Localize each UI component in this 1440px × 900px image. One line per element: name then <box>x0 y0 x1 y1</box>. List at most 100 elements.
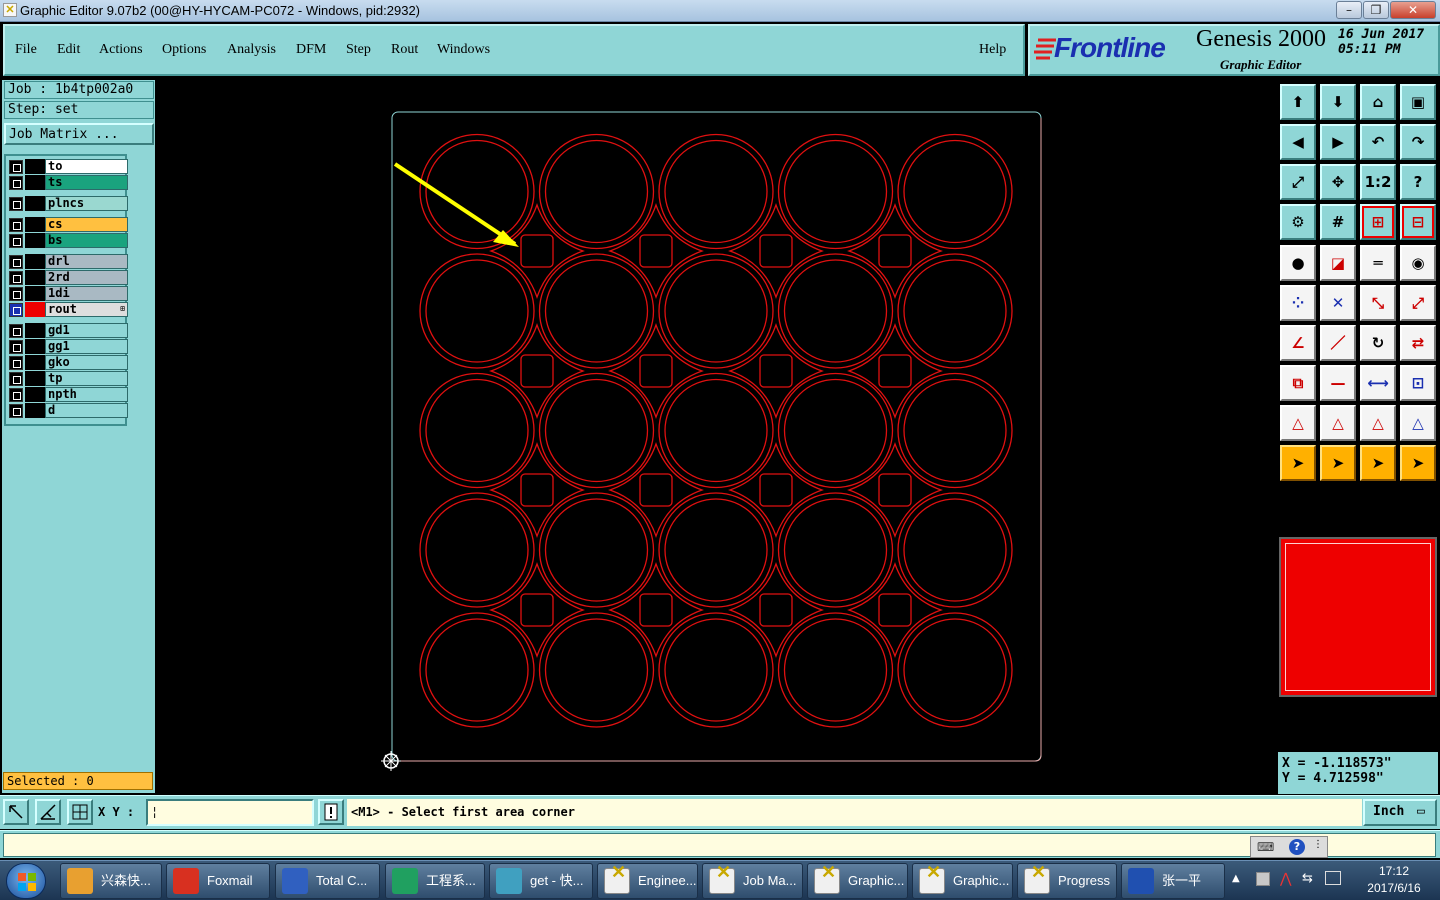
undo-icon[interactable]: ↶ <box>1360 124 1396 160</box>
xy-input[interactable]: ¦ <box>146 799 314 826</box>
help-query-icon[interactable]: ? <box>1400 164 1436 200</box>
line-icon[interactable]: ◪ <box>1320 245 1356 281</box>
tray-network-icon[interactable]: ⇆ <box>1302 871 1313 886</box>
taskbar-clock[interactable]: 17:12 2017/6/16 <box>1348 863 1440 899</box>
delete-feature-icon[interactable]: ✕ <box>1320 285 1356 321</box>
menu-file[interactable]: File <box>15 42 37 58</box>
tray-app-icon[interactable]: ⋀ <box>1280 871 1291 887</box>
window-icon[interactable]: ▣ <box>1400 84 1436 120</box>
layer-checkbox[interactable] <box>9 160 23 174</box>
close-button[interactable]: ✕ <box>1390 1 1436 19</box>
grid-icon[interactable] <box>67 799 93 825</box>
layer-row-rout[interactable]: rout ⊞ <box>9 302 128 317</box>
layer-row-to[interactable]: to <box>9 159 128 174</box>
tray-display-icon[interactable] <box>1325 871 1341 885</box>
start-button[interactable] <box>6 863 46 899</box>
layer-name[interactable]: rout ⊞ <box>45 302 128 317</box>
zoom-fit-icon[interactable]: ⤢ <box>1280 164 1316 200</box>
next-step-icon[interactable]: ▶ <box>1320 124 1356 160</box>
select-rotate-icon[interactable]: ➤ <box>1360 445 1396 481</box>
layer-row-drl[interactable]: drl <box>9 254 128 269</box>
layer-name[interactable]: gg1 <box>45 339 128 354</box>
layer-checkbox[interactable] <box>9 404 23 418</box>
layer-name[interactable]: plncs <box>45 196 128 211</box>
display-options-icon[interactable]: ⊟ <box>1400 204 1436 240</box>
layer-name[interactable]: bs <box>45 233 128 248</box>
open-layer-icon[interactable]: ⬆ <box>1280 84 1316 120</box>
layer-name[interactable]: ts <box>45 175 128 190</box>
layer-row-plncs[interactable]: plncs <box>9 196 128 211</box>
menu-edit[interactable]: Edit <box>57 42 80 58</box>
taskbar-item[interactable]: Total C... <box>275 863 380 899</box>
text-edit-icon[interactable]: △ <box>1360 405 1396 441</box>
tray-flag-icon[interactable] <box>1256 872 1270 886</box>
layer-checkbox[interactable] <box>9 234 23 248</box>
menu-help[interactable]: Help <box>979 42 1006 58</box>
ruler-icon[interactable]: ═ <box>1360 245 1396 281</box>
layer-name[interactable]: gko <box>45 355 128 370</box>
taskbar-item[interactable]: ✕ Enginee... <box>597 863 698 899</box>
layer-name[interactable]: 1di <box>45 286 128 301</box>
layer-row-2rd[interactable]: 2rd <box>9 270 128 285</box>
layer-name[interactable]: 2rd <box>45 270 128 285</box>
layer-row-bs[interactable]: bs <box>9 233 128 248</box>
layer-row-gko[interactable]: gko <box>9 355 128 370</box>
measure-distance-icon[interactable]: ⟷ <box>1360 365 1396 401</box>
layer-checkbox[interactable] <box>9 303 23 317</box>
round-pad-icon[interactable]: ◉ <box>1400 245 1436 281</box>
layer-row-1di[interactable]: 1di <box>9 286 128 301</box>
graphic-canvas[interactable] <box>157 80 1275 793</box>
layer-checkbox[interactable] <box>9 271 23 285</box>
layer-name[interactable]: drl <box>45 254 128 269</box>
menu-analysis[interactable]: Analysis <box>227 42 276 58</box>
keyboard-icon[interactable]: ⌨ <box>1257 840 1274 854</box>
taskbar-item[interactable]: ✕ Graphic... <box>912 863 1013 899</box>
taskbar-item[interactable]: 兴森快... <box>60 863 162 899</box>
layer-checkbox[interactable] <box>9 255 23 269</box>
restore-button[interactable]: ❐ <box>1363 1 1389 19</box>
layer-row-npth[interactable]: npth <box>9 387 128 402</box>
layer-checkbox[interactable] <box>9 340 23 354</box>
menu-actions[interactable]: Actions <box>99 42 143 58</box>
menu-dfm[interactable]: DFM <box>296 42 326 58</box>
layer-menu-icon[interactable]: ⊞ <box>120 304 125 313</box>
resize-icon[interactable]: ⧉ <box>1280 365 1316 401</box>
text-align-icon[interactable]: △ <box>1400 405 1436 441</box>
menu-windows[interactable]: Windows <box>437 42 490 58</box>
layer-name[interactable]: npth <box>45 387 128 402</box>
layer-row-gg1[interactable]: gg1 <box>9 339 128 354</box>
edit-segment-icon[interactable]: ⤢ <box>1400 285 1436 321</box>
measure-icon[interactable] <box>35 799 61 825</box>
layer-name[interactable]: cs <box>45 217 128 232</box>
tray-expand-icon[interactable]: ▲ <box>1232 873 1240 884</box>
taskbar-item[interactable]: ✕ Graphic... <box>807 863 908 899</box>
taskbar-item[interactable]: ✕ Progress <box>1017 863 1117 899</box>
rotate-icon[interactable]: ↻ <box>1360 325 1396 361</box>
text-line-icon[interactable]: △ <box>1280 405 1316 441</box>
taskbar-item[interactable]: ✕ Job Ma... <box>702 863 803 899</box>
taskbar-item[interactable]: 工程系... <box>385 863 485 899</box>
slash-line-icon[interactable]: ／ <box>1320 325 1356 361</box>
layer-checkbox[interactable] <box>9 356 23 370</box>
taskbar-item[interactable]: Foxmail <box>166 863 270 899</box>
home-icon[interactable]: ⌂ <box>1360 84 1396 120</box>
layer-row-cs[interactable]: cs <box>9 217 128 232</box>
features-histogram-icon[interactable]: ⊞ <box>1360 204 1396 240</box>
mirror-icon[interactable]: ⇄ <box>1400 325 1436 361</box>
unit-selector[interactable]: Inch ▭ <box>1363 799 1437 826</box>
layer-name[interactable]: to <box>45 159 128 174</box>
layer-row-gd1[interactable]: gd1 <box>9 323 128 338</box>
help-icon[interactable]: ? <box>1289 839 1305 855</box>
ime-toolbar[interactable]: ⌨ ? ⋮ <box>1250 836 1328 858</box>
layer-checkbox[interactable] <box>9 176 23 190</box>
taskbar-item[interactable]: 张一平 <box>1121 863 1225 899</box>
grid-toggle-icon[interactable]: # <box>1320 204 1356 240</box>
select-box-icon[interactable]: ➤ <box>1320 445 1356 481</box>
layer-checkbox[interactable] <box>9 287 23 301</box>
connect-icon[interactable]: ⁘ <box>1280 285 1316 321</box>
redo-icon[interactable]: ↷ <box>1400 124 1436 160</box>
break-icon[interactable]: — <box>1320 365 1356 401</box>
scale-1-2-icon[interactable]: 1:2 <box>1360 164 1396 200</box>
layer-checkbox[interactable] <box>9 372 23 386</box>
transform-icon[interactable]: ⊡ <box>1400 365 1436 401</box>
